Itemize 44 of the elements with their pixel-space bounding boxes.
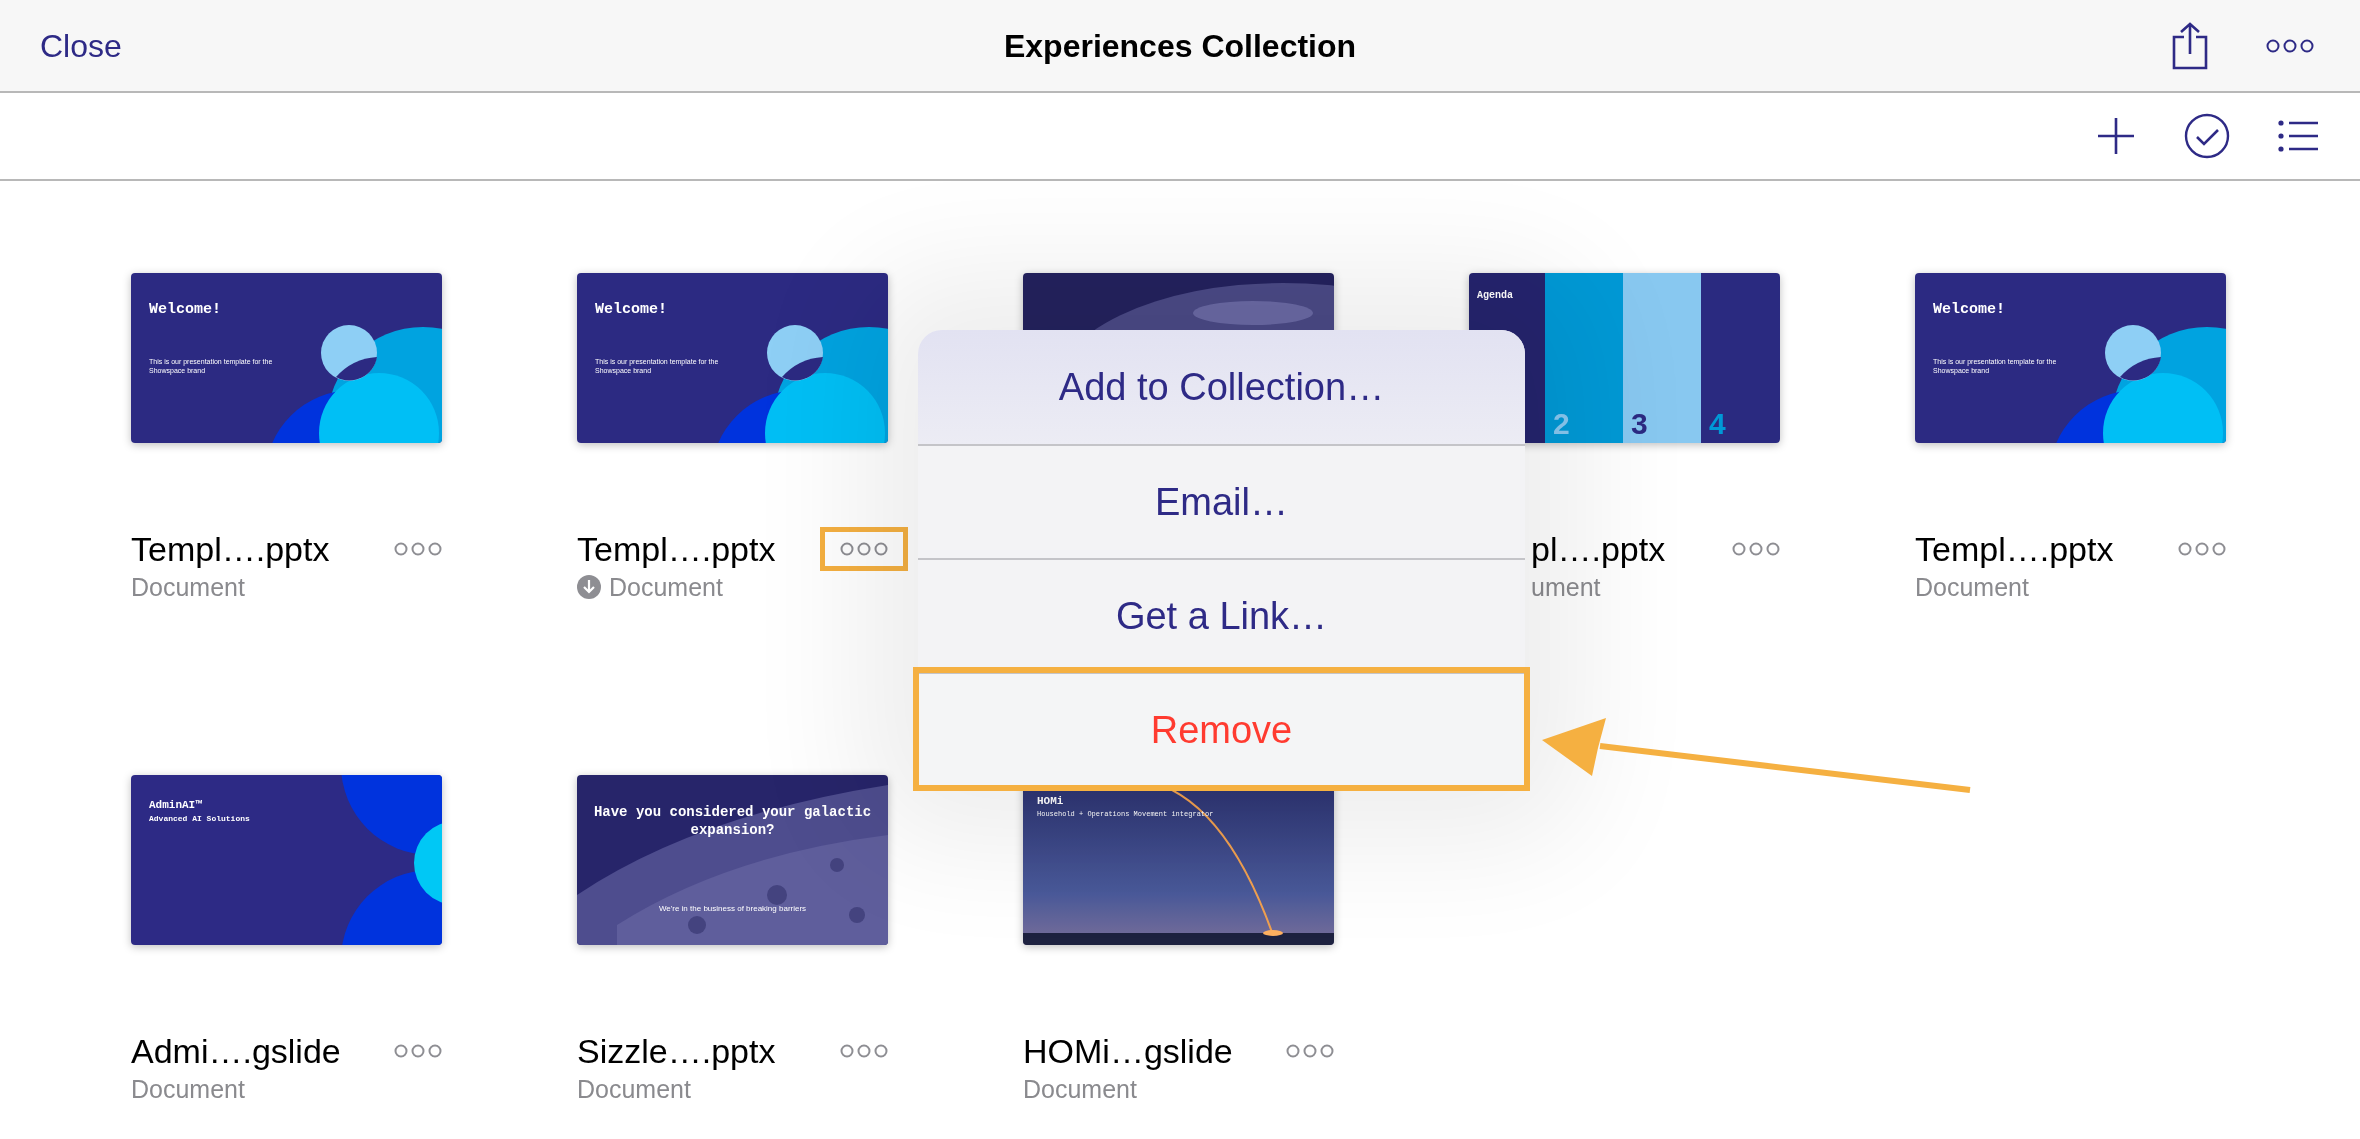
check-circle-icon[interactable] (2184, 113, 2230, 159)
file-name: Sizzle….pptx (577, 1031, 776, 1072)
slide-title: Welcome! (595, 300, 667, 320)
file-name: Templ….pptx (577, 529, 776, 570)
more-icon (1286, 1044, 1334, 1058)
share-icon[interactable] (2172, 21, 2208, 70)
more-icon (840, 542, 888, 556)
file-name: pl….pptx (1531, 529, 1666, 570)
menu-item[interactable]: Add to Collection… (918, 330, 1525, 444)
more-icon (840, 1044, 888, 1058)
more-icon (394, 1044, 442, 1058)
window-title: Experiences Collection (1003, 26, 1357, 66)
download-icon (577, 575, 601, 599)
slide-title: Welcome! (149, 300, 221, 320)
file-type: Document (131, 572, 245, 603)
more-icon (2178, 542, 2226, 556)
slide-title: HOMi (1037, 794, 1064, 809)
file-name: Admi….gslide (131, 1031, 341, 1072)
file-type: Document (1915, 572, 2029, 603)
list-icon[interactable] (2278, 120, 2318, 152)
file-name: HOMi…gslide (1023, 1031, 1233, 1072)
more-icon (394, 542, 442, 556)
slide-title: Agenda (1477, 290, 1513, 301)
file-name: Templ….pptx (1915, 529, 2114, 570)
file-type: ument (1531, 572, 1601, 603)
more-icon (2266, 38, 2314, 53)
slide-title: Welcome! (1933, 300, 2005, 320)
file-type: Document (131, 1074, 245, 1105)
file-name: Templ….pptx (131, 529, 330, 570)
file-type: Document (1023, 1074, 1137, 1105)
slide-number: 4 (1709, 409, 1726, 439)
add-icon[interactable] (2096, 116, 2136, 156)
slide-subtitle: Advanced AI Solutions (149, 813, 250, 825)
file-type: Document (609, 572, 723, 603)
slide-number: 3 (1631, 409, 1648, 439)
file-type: Document (577, 1074, 691, 1105)
more-button[interactable] (820, 527, 908, 571)
slide-subtitle: We're in the business of breaking barriers (657, 903, 808, 915)
close-button[interactable]: Close (40, 21, 122, 70)
more-icon (1732, 542, 1780, 556)
menu-item[interactable]: Email… (918, 444, 1525, 558)
slide-title: Have you considered your galactic expansion? (592, 803, 873, 839)
slide-title: AdminAI™ (149, 798, 202, 813)
slide-number: 2 (1553, 409, 1570, 439)
